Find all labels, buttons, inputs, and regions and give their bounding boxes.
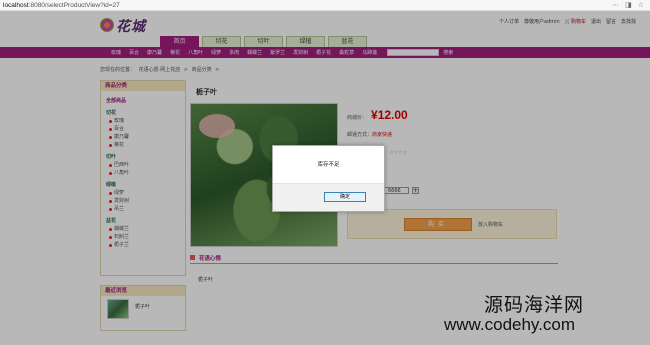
watermark-title: 源码海洋网 <box>484 294 585 316</box>
url-path: :8080/selectProductView?id=27 <box>28 1 120 9</box>
star-icon[interactable]: ☆ <box>638 1 644 9</box>
browser-url-bar[interactable]: localhost:8080/selectProductView?id=27 ⋯… <box>0 0 650 11</box>
url-host: localhost <box>3 1 29 9</box>
menu-icon[interactable]: ⋯ <box>612 1 619 9</box>
shield-icon[interactable]: ◨ <box>625 1 632 9</box>
watermark-url: www.codehy.com <box>444 315 576 334</box>
url-text[interactable]: localhost:8080/selectProductView?id=27 <box>0 2 120 9</box>
alert-dialog: 库存不足 确定 <box>272 145 385 212</box>
alert-message: 库存不足 <box>317 162 340 168</box>
ok-button[interactable]: 确定 <box>324 192 366 202</box>
alert-footer: 确定 <box>273 183 384 211</box>
